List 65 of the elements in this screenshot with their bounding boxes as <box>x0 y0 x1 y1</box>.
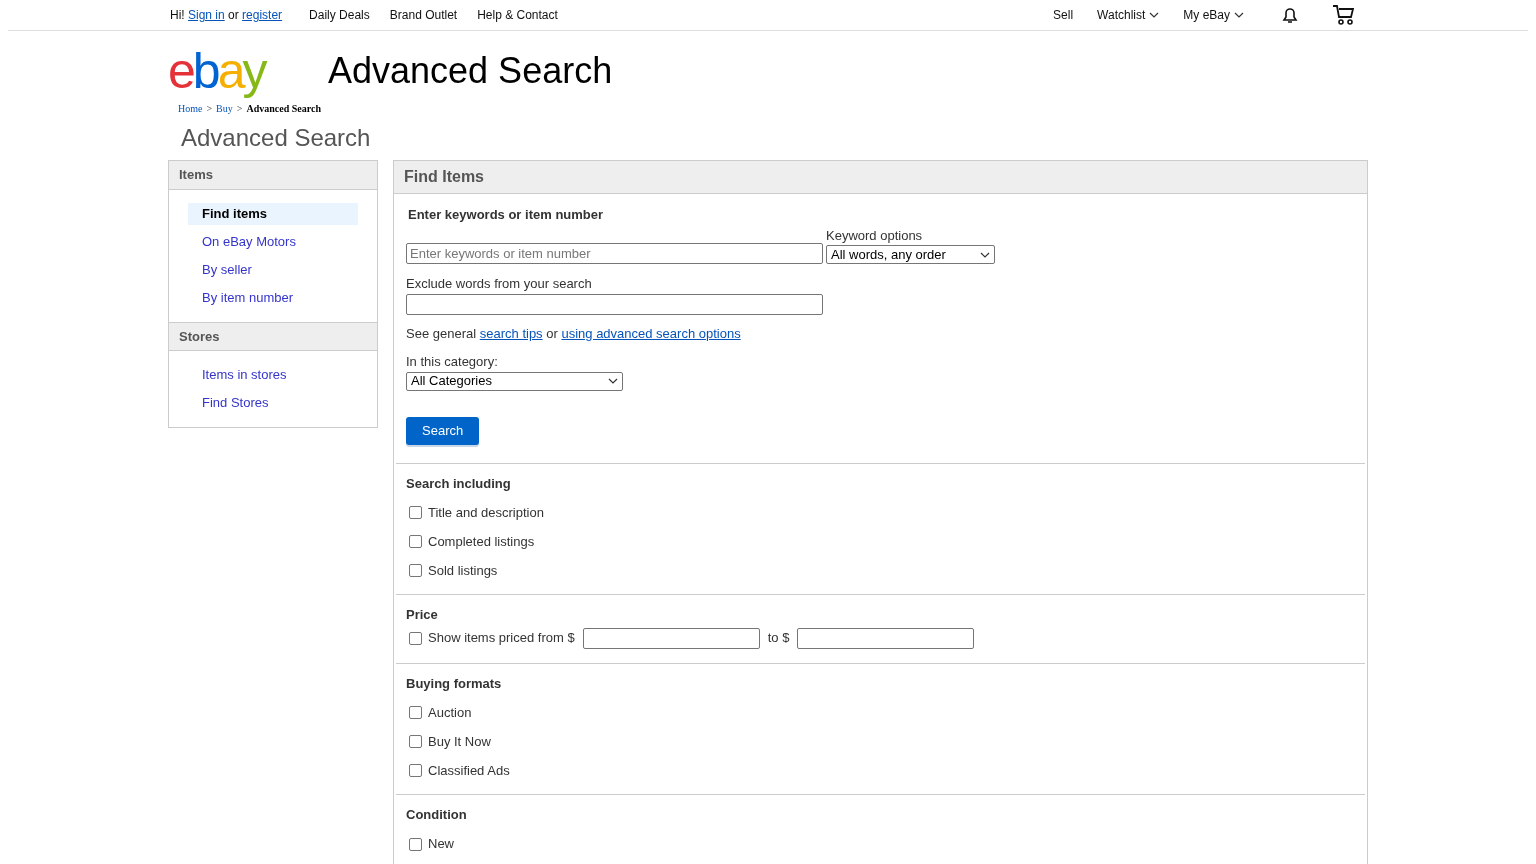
search-tips-text: See general search tips or using advanced search options <box>406 324 742 343</box>
panel-header: Find Items <box>394 161 1367 194</box>
checkbox[interactable] <box>409 535 422 548</box>
field-label: Enter keywords or item number <box>408 206 605 224</box>
max-price-input[interactable] <box>797 627 975 649</box>
notification-bell-icon[interactable] <box>1280 5 1300 25</box>
category-select[interactable]: All Categories <box>406 371 623 391</box>
checkbox[interactable] <box>409 706 422 719</box>
register-link[interactable]: register <box>242 8 283 22</box>
section-title: Buying formats <box>406 674 503 693</box>
search-button[interactable]: Search <box>406 416 480 445</box>
exclude-words-input[interactable] <box>406 293 823 315</box>
nav-link[interactable]: Sell <box>1053 6 1074 24</box>
checkbox-label: Title and description <box>428 503 544 522</box>
checkbox[interactable] <box>409 631 422 645</box>
breadcrumb-separator: > <box>236 102 243 116</box>
sidebar-link[interactable]: On eBay Motors <box>188 231 358 253</box>
sidebar-link[interactable]: By item number <box>188 287 358 309</box>
checkbox[interactable] <box>409 735 422 748</box>
checkbox-label: Sold listings <box>428 561 498 580</box>
sidebar-header: Stores <box>169 322 377 351</box>
sidebar-link[interactable]: Find items <box>188 203 358 225</box>
checkbox[interactable] <box>409 764 422 777</box>
checkbox-label: New <box>428 835 454 854</box>
chevron-down-icon <box>608 378 618 384</box>
checkbox[interactable] <box>409 506 422 519</box>
search-tips-link[interactable]: search tips <box>479 325 543 341</box>
section-title: Search including <box>406 474 512 493</box>
nav-link[interactable]: Help & Contact <box>477 6 558 24</box>
checkbox[interactable] <box>409 564 422 577</box>
nav-link[interactable]: Brand Outlet <box>389 6 458 24</box>
field-label: to $ <box>767 629 790 648</box>
sidebar-link[interactable]: Items in stores <box>188 364 358 386</box>
chevron-down-icon <box>980 251 990 258</box>
field-label: Keyword options <box>826 226 924 245</box>
nav-link[interactable]: Watchlist <box>1097 6 1160 24</box>
keywords-input[interactable]: Enter keywords or item number <box>406 243 823 264</box>
cart-icon[interactable] <box>1332 4 1356 26</box>
nav-link[interactable]: My eBay <box>1183 6 1244 24</box>
field-label: In this category: <box>406 353 499 371</box>
field-label: Exclude words from your search <box>406 275 593 293</box>
section-title: Price <box>406 606 439 624</box>
advanced-options-link[interactable]: using advanced search options <box>561 325 741 341</box>
checkbox-label: Show items priced from $ <box>428 629 575 648</box>
ebay-logo[interactable]: ebay <box>168 41 269 101</box>
sidebar-link[interactable]: By seller <box>188 259 358 281</box>
breadcrumb-link[interactable]: Advanced Search <box>246 101 321 116</box>
checkbox-label: Completed listings <box>428 532 535 551</box>
greeting-text: Hi! Sign in or register <box>170 7 283 24</box>
checkbox-label: Buy It Now <box>428 732 491 751</box>
section-heading: Advanced Search <box>181 123 372 153</box>
checkbox[interactable] <box>409 837 422 851</box>
breadcrumb-link[interactable]: Buy <box>216 101 233 116</box>
page-title: Advanced Search <box>328 49 613 93</box>
checkbox-label: Classified Ads <box>428 761 510 780</box>
breadcrumb-separator: > <box>206 102 213 116</box>
checkbox-label: Auction <box>428 703 472 722</box>
section-title: Condition <box>406 806 468 824</box>
min-price-input[interactable] <box>582 627 760 649</box>
sidebar-header: Items <box>169 161 377 190</box>
sign-in-link[interactable]: Sign in <box>188 8 225 22</box>
sidebar-link[interactable]: Find Stores <box>188 392 358 414</box>
breadcrumb-link[interactable]: Home <box>178 101 203 116</box>
keyword-options-select[interactable]: All words, any order <box>826 245 995 264</box>
nav-link[interactable]: Daily Deals <box>309 6 370 24</box>
